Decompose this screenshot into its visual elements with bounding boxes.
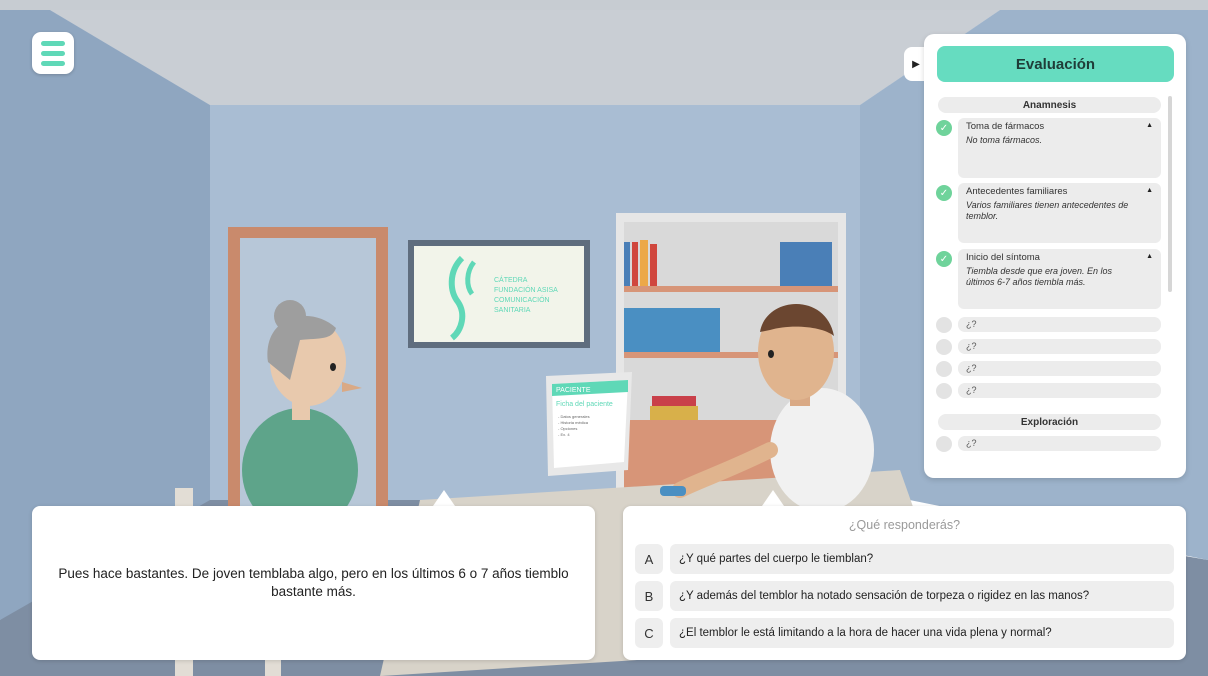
eval-item-text: No toma fármacos. [966,135,1043,145]
eval-item-unknown[interactable]: ¿? [958,339,1161,354]
ceiling-inner [50,10,1000,105]
pending-dot-icon [936,339,952,355]
option-letter: A [635,544,663,574]
eval-item-antecedentes[interactable]: Antecedentes familiares Varios familiare… [958,183,1161,243]
eval-item-title: Antecedentes familiares [966,186,1068,197]
pending-dot-icon [936,317,952,333]
response-option-b[interactable]: B ¿Y además del temblor ha notado sensac… [635,581,1174,611]
responses-tail [762,490,784,506]
response-option-c[interactable]: C ¿El temblor le está limitando a la hor… [635,618,1174,648]
eval-item-text: Tiembla desde que era joven. En los últi… [966,266,1113,287]
monitor-header: PACIENTE [556,387,591,394]
patient-dialogue-text: Pues hace bastantes. De joven temblaba a… [58,566,569,599]
eval-item-unknown[interactable]: ¿? [958,383,1161,398]
eval-item-unknown[interactable]: ¿? [958,361,1161,376]
option-letter: C [635,618,663,648]
check-icon: ✓ [936,251,952,267]
eval-item-text: Varios familiares tienen antecedentes de… [966,200,1129,221]
evaluation-title: Evaluación [937,46,1174,82]
poster-line1: CÁTEDRA [494,275,528,284]
responses-prompt: ¿Qué responderás? [848,518,961,532]
collapse-caret-icon[interactable]: ▲ [1146,122,1153,129]
option-text: ¿Y qué partes del cuerpo le tiemblan? [670,544,1174,574]
evaluation-panel: Evaluación Anamnesis ✓ Toma de fármacos … [924,34,1186,478]
option-letter: B [635,581,663,611]
pending-dot-icon [936,436,952,452]
poster-line3: COMUNICACIÓN [494,295,550,304]
eval-item-unknown[interactable]: ¿? [958,317,1161,332]
monitor-item: - Ex. 4 [558,432,570,437]
pending-dot-icon [936,383,952,399]
eval-item-unknown[interactable]: ¿? [958,436,1161,451]
check-icon: ✓ [936,185,952,201]
poster-line2: FUNDACIÓN ASISA [494,285,558,294]
eval-item-toma-farmacos[interactable]: Toma de fármacos No toma fármacos. ▲ [958,118,1161,178]
monitor-item: - Datos generales [558,414,590,419]
hamburger-icon [41,40,65,46]
play-triangle-icon: ▶ [912,58,920,70]
poster-screen [414,246,584,342]
eval-item-title: Toma de fármacos [966,121,1045,132]
section-exploracion-header: Exploración [938,414,1161,430]
response-option-a[interactable]: A ¿Y qué partes del cuerpo le tiemblan? [635,544,1174,574]
option-text: ¿El temblor le está limitando a la hora … [670,618,1174,648]
responses-panel: ¿Qué responderás? A ¿Y qué partes del cu… [623,506,1186,660]
pending-dot-icon [936,361,952,377]
evaluation-scrollbar[interactable] [1168,96,1172,292]
section-anamnesis-header: Anamnesis [938,97,1161,113]
monitor-item: - Historia médica [558,420,589,425]
monitor-item: - Opciones [558,426,577,431]
menu-button[interactable] [32,32,74,74]
eval-item-title: Inicio del síntoma [966,252,1040,263]
patient-dialogue-box: Pues hace bastantes. De joven temblaba a… [32,506,595,660]
monitor-title: Ficha del paciente [556,401,613,408]
eval-item-inicio-sintoma[interactable]: Inicio del síntoma Tiembla desde que era… [958,249,1161,309]
poster-line4: SANITARIA [494,307,531,314]
collapse-caret-icon[interactable]: ▲ [1146,253,1153,260]
check-icon: ✓ [936,120,952,136]
collapse-caret-icon[interactable]: ▲ [1146,187,1153,194]
dialogue-tail [433,490,455,506]
option-text: ¿Y además del temblor ha notado sensació… [670,581,1174,611]
